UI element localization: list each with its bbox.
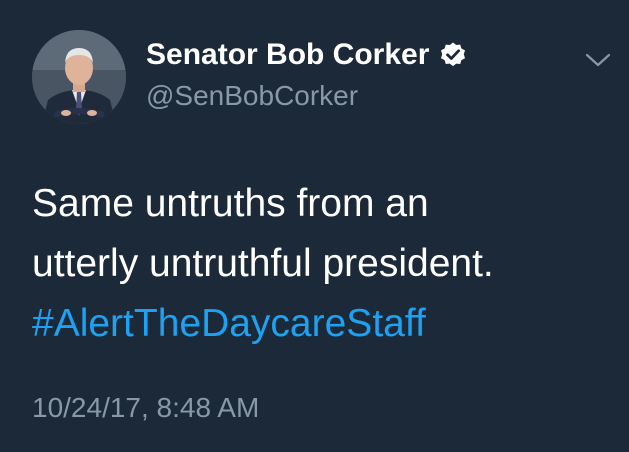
hashtag-link[interactable]: #AlertTheDaycareStaff <box>32 302 426 345</box>
tweet-text-line: utterly untruthful president. <box>32 242 494 285</box>
chevron-down-icon[interactable] <box>584 50 612 70</box>
verified-badge-icon <box>439 41 467 69</box>
author-display-name[interactable]: Senator Bob Corker <box>146 38 467 72</box>
author-handle[interactable]: @SenBobCorker <box>146 80 358 112</box>
tweet-text-line: Same untruths from an <box>32 182 429 225</box>
author-name-text[interactable]: Senator Bob Corker <box>146 38 429 72</box>
profile-photo <box>32 30 126 124</box>
tweet-text: Same untruths from an utterly untruthful… <box>32 174 612 354</box>
tweet-timestamp[interactable]: 10/24/17, 8:48 AM <box>32 392 259 424</box>
avatar[interactable] <box>32 30 126 124</box>
